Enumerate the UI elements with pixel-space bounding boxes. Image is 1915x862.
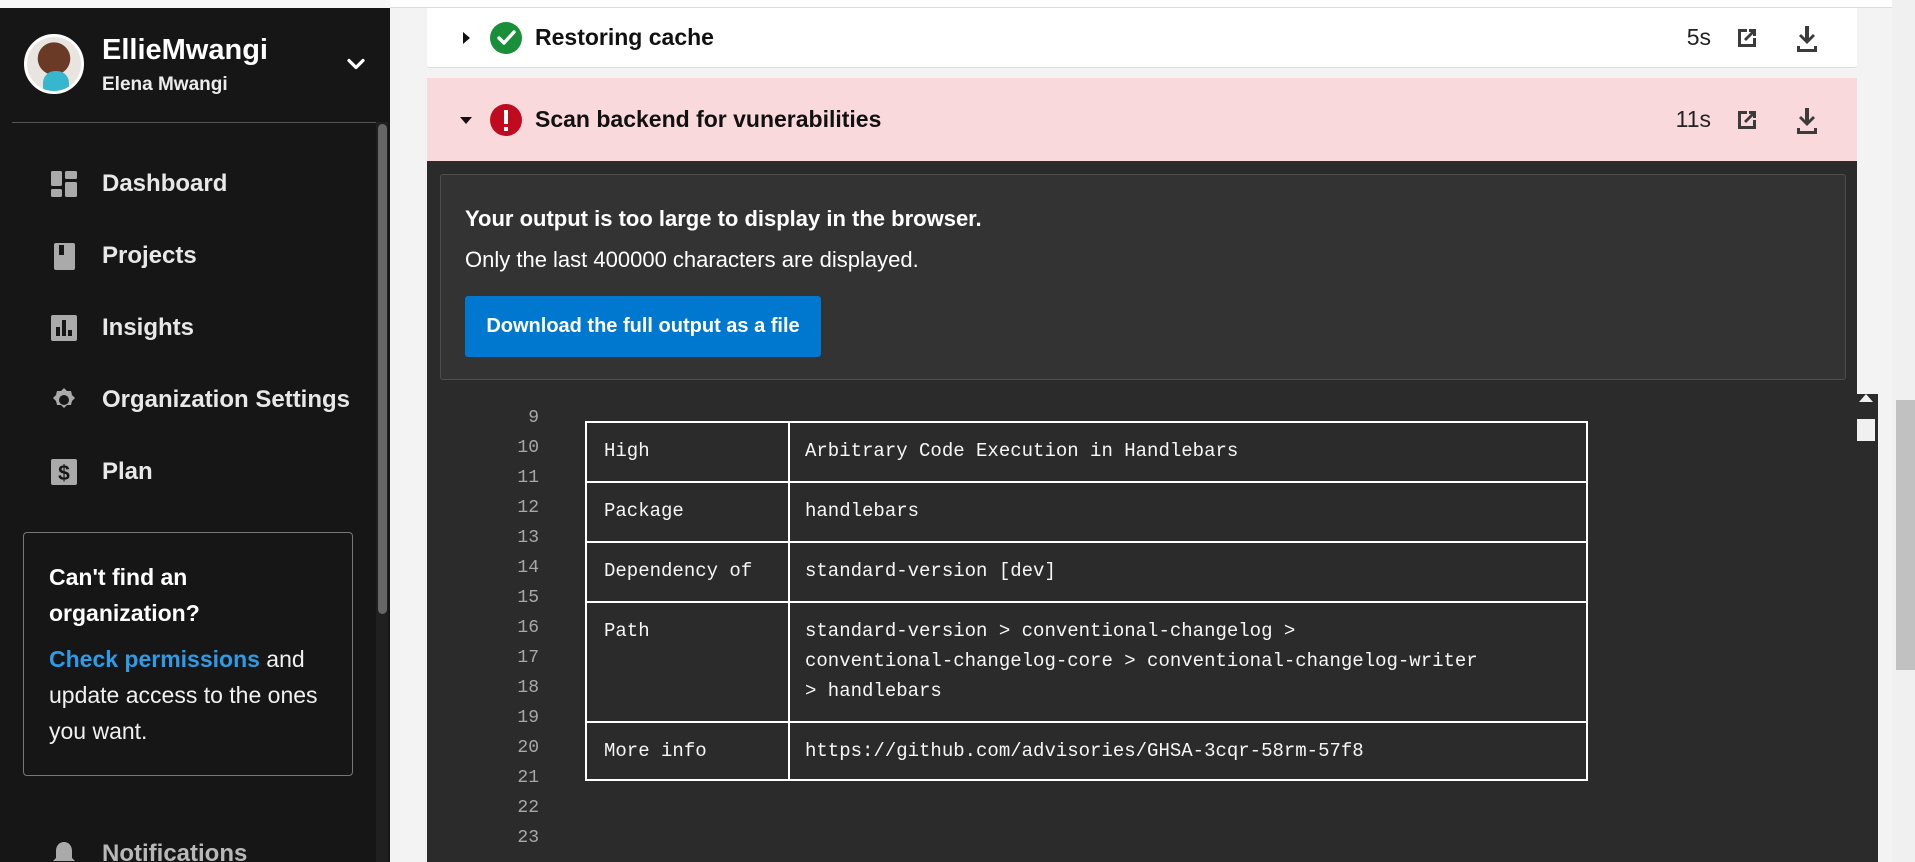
step-title: Scan backend for vunerabilities bbox=[535, 106, 882, 132]
organization-help-card: Can't find an organization? Check permis… bbox=[23, 532, 353, 776]
log-line: 23 bbox=[440, 823, 1830, 853]
table-value: > handlebars bbox=[805, 680, 942, 702]
line-number: 20 bbox=[517, 738, 539, 758]
app: EllieMwangi Elena Mwangi Dashboard Proje… bbox=[0, 0, 1915, 862]
dollar-icon: $ bbox=[51, 459, 77, 485]
sidebar-item-organization-settings[interactable]: Organization Settings bbox=[48, 373, 368, 427]
line-number: 14 bbox=[517, 558, 539, 578]
sidebar-item-label: Projects bbox=[102, 242, 197, 269]
log-scrollbar[interactable] bbox=[1853, 394, 1878, 862]
line-number: 17 bbox=[517, 648, 539, 668]
line-number: 19 bbox=[517, 708, 539, 728]
download-full-output-button[interactable]: Download the full output as a file bbox=[465, 296, 821, 357]
step-output-panel: Your output is too large to display in t… bbox=[427, 161, 1857, 862]
warning-body: Only the last 400000 characters are disp… bbox=[465, 247, 919, 272]
job-output-main: Restoring cache 5s Scan backend for vune… bbox=[390, 0, 1915, 862]
sidebar-item-notifications[interactable]: Notifications bbox=[48, 840, 308, 862]
scroll-up-arrow-icon[interactable] bbox=[1859, 394, 1873, 402]
download-icon[interactable] bbox=[1791, 104, 1823, 136]
open-in-new-icon[interactable] bbox=[1731, 104, 1763, 136]
line-number: 10 bbox=[517, 438, 539, 458]
sidebar-item-label: Notifications bbox=[102, 840, 248, 862]
table-value: handlebars bbox=[805, 500, 920, 522]
chevron-down-icon[interactable] bbox=[342, 50, 370, 78]
step-duration: 11s bbox=[1675, 106, 1711, 132]
main-top-edge bbox=[390, 0, 1915, 8]
sidebar-scroll-thumb[interactable] bbox=[378, 124, 387, 614]
step-scan-backend[interactable]: Scan backend for vunerabilities 11s bbox=[427, 78, 1857, 161]
sidebar-scrollbar[interactable] bbox=[376, 122, 388, 862]
sidebar-item-label: Insights bbox=[102, 314, 195, 341]
sidebar-item-label: Dashboard bbox=[102, 170, 228, 197]
book-icon bbox=[54, 243, 75, 270]
table-row-divider bbox=[587, 481, 1586, 483]
profile-display-name: Elena Mwangi bbox=[102, 74, 228, 95]
warning-title: Your output is too large to display in t… bbox=[465, 206, 982, 231]
large-output-warning: Your output is too large to display in t… bbox=[440, 174, 1846, 380]
step-restoring-cache[interactable]: Restoring cache 5s bbox=[427, 8, 1857, 68]
line-number: 12 bbox=[517, 498, 539, 518]
sidebar-item-projects[interactable]: Projects bbox=[48, 229, 368, 283]
line-number: 8 bbox=[440, 394, 539, 403]
profile-switcher[interactable]: EllieMwangi Elena Mwangi bbox=[24, 34, 374, 96]
help-card-body: Check permissions and update access to t… bbox=[49, 641, 327, 749]
table-label: Package bbox=[604, 500, 684, 522]
line-number: 11 bbox=[517, 468, 539, 488]
step-title: Restoring cache bbox=[535, 24, 714, 50]
table-row-divider bbox=[587, 721, 1586, 723]
open-in-new-icon[interactable] bbox=[1731, 22, 1763, 54]
table-column-divider bbox=[788, 423, 790, 779]
table-value: standard-version > conventional-changelo… bbox=[805, 620, 1296, 642]
caret-right-icon[interactable] bbox=[456, 28, 476, 48]
line-number: 16 bbox=[517, 618, 539, 638]
line-number: 23 bbox=[517, 828, 539, 848]
sidebar-divider bbox=[12, 122, 376, 123]
bell-icon bbox=[53, 842, 75, 861]
line-number: 9 bbox=[528, 408, 539, 428]
log-output: 8 9 10 11 12 13 14 15 16 17 18 19 20 21 … bbox=[440, 394, 1846, 862]
table-value: standard-version [dev] bbox=[805, 560, 1056, 582]
table-row-divider bbox=[587, 541, 1586, 543]
sidebar-top-edge bbox=[0, 0, 390, 8]
step-duration: 5s bbox=[1686, 24, 1711, 50]
error-icon bbox=[490, 103, 522, 136]
sidebar: EllieMwangi Elena Mwangi Dashboard Proje… bbox=[0, 0, 390, 862]
sidebar-item-label: Organization Settings bbox=[102, 386, 351, 413]
profile-username: EllieMwangi bbox=[102, 34, 268, 66]
table-label: More info bbox=[604, 740, 707, 762]
page-scroll-thumb[interactable] bbox=[1896, 400, 1915, 670]
page-scrollbar[interactable] bbox=[1892, 0, 1915, 862]
line-number: 21 bbox=[517, 768, 539, 788]
table-label: High bbox=[604, 440, 650, 462]
dashboard-icon bbox=[51, 171, 77, 197]
gear-icon bbox=[53, 388, 75, 408]
insights-icon bbox=[51, 315, 77, 341]
help-card-title: Can't find an organization? bbox=[49, 564, 200, 626]
table-row-divider bbox=[587, 601, 1586, 603]
log-line: 22 bbox=[440, 793, 1830, 823]
line-number: 15 bbox=[517, 588, 539, 608]
svg-text:$: $ bbox=[58, 462, 70, 485]
line-number: 13 bbox=[517, 528, 539, 548]
log-scroll-thumb[interactable] bbox=[1857, 419, 1875, 441]
log-line: 8 bbox=[440, 394, 1830, 403]
line-number: 22 bbox=[517, 798, 539, 818]
vulnerability-table: High Arbitrary Code Execution in Handleb… bbox=[585, 421, 1588, 781]
check-permissions-link[interactable]: Check permissions bbox=[49, 646, 260, 672]
sidebar-item-dashboard[interactable]: Dashboard bbox=[48, 157, 368, 211]
download-icon[interactable] bbox=[1791, 22, 1823, 54]
line-number: 18 bbox=[517, 678, 539, 698]
table-value: Arbitrary Code Execution in Handlebars bbox=[805, 440, 1239, 462]
success-icon bbox=[490, 21, 522, 54]
table-value: conventional-changelog-core > convention… bbox=[805, 650, 1478, 672]
sidebar-item-insights[interactable]: Insights bbox=[48, 301, 368, 355]
sidebar-item-label: Plan bbox=[102, 458, 153, 485]
advisory-link[interactable]: https://github.com/advisories/GHSA-3cqr-… bbox=[805, 736, 1364, 766]
sidebar-item-plan[interactable]: $ Plan bbox=[48, 445, 368, 499]
table-label: Path bbox=[604, 620, 650, 642]
avatar[interactable] bbox=[24, 34, 84, 94]
caret-down-icon[interactable] bbox=[456, 110, 476, 130]
table-label: Dependency of bbox=[604, 560, 753, 582]
